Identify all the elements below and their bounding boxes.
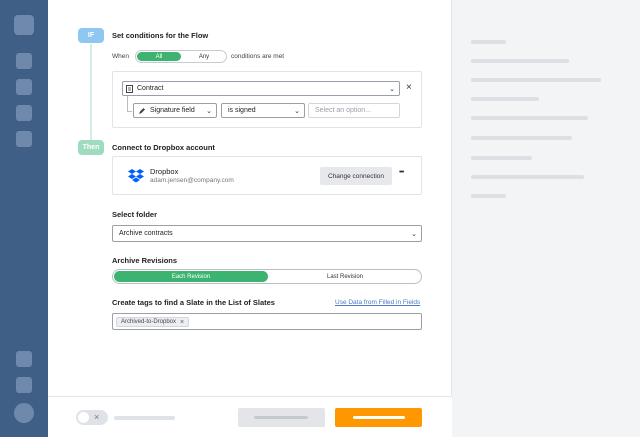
document-select-value: Contract — [137, 85, 164, 92]
chevron-down-icon: ⌄ — [411, 230, 417, 238]
placeholder-line — [471, 116, 588, 120]
secondary-button[interactable] — [238, 408, 325, 427]
close-icon[interactable]: × — [406, 82, 412, 94]
tags-label: Create tags to find a Slate in the List … — [112, 298, 275, 307]
document-select[interactable]: Contract ⌄ — [122, 81, 400, 96]
tree-connector-h — [127, 111, 132, 112]
tag-chip-label: Archived-to-Dropbox — [121, 319, 177, 325]
enable-toggle[interactable]: × — [76, 410, 108, 425]
chevron-down-icon: ⌄ — [389, 85, 395, 93]
folder-select[interactable]: Archive contracts ⌄ — [112, 225, 422, 242]
field-select-value: Signature field — [150, 107, 195, 114]
toggle-label-placeholder — [114, 416, 175, 420]
operator-select[interactable]: is signed ⌄ — [221, 103, 305, 118]
select-folder-label: Select folder — [112, 210, 158, 219]
nav-item-4[interactable] — [16, 131, 32, 147]
placeholder-line — [471, 175, 584, 179]
more-icon[interactable]: ••• — [399, 169, 404, 176]
flow-editor-panel: IF Set conditions for the Flow When All … — [48, 0, 452, 437]
conditions-suffix: conditions are met — [231, 53, 285, 60]
nav-item-1[interactable] — [16, 53, 32, 69]
nav-item-2[interactable] — [16, 79, 32, 95]
placeholder-line — [471, 40, 506, 44]
primary-button-label-placeholder — [353, 416, 405, 419]
placeholder-line — [471, 59, 569, 63]
match-all-option[interactable]: All — [137, 52, 181, 61]
then-badge: Then — [78, 140, 104, 155]
app: IF Set conditions for the Flow When All … — [0, 0, 640, 437]
dropbox-account-email: adam.jensen@company.com — [150, 177, 234, 184]
tags-input[interactable]: Archived-to-Dropbox × — [112, 313, 422, 330]
field-select[interactable]: Signature field ⌄ — [133, 103, 217, 118]
placeholder-line — [471, 194, 506, 198]
flow-connector-line — [90, 44, 92, 140]
placeholder-line — [471, 136, 572, 140]
dropbox-icon — [128, 169, 144, 183]
conditions-title: Set conditions for the Flow — [112, 31, 209, 40]
condition-card: Contract ⌄ × Signature field ⌄ is signed… — [112, 71, 422, 128]
close-icon: × — [94, 412, 100, 422]
use-data-link[interactable]: Use Data from Filled in Fields — [335, 299, 420, 306]
last-revision-option[interactable]: Last Revision — [269, 271, 421, 282]
chevron-down-icon: ⌄ — [206, 107, 212, 115]
match-any-option[interactable]: Any — [182, 52, 226, 61]
each-revision-option[interactable]: Each Revision — [114, 271, 268, 282]
toggle-knob — [78, 412, 89, 423]
match-mode-toggle[interactable]: All Any — [135, 50, 227, 63]
placeholder-line — [471, 156, 532, 160]
dropbox-service-name: Dropbox — [150, 167, 179, 176]
preview-panel — [452, 0, 640, 437]
option-select[interactable]: Select an option... — [308, 103, 400, 118]
nav-logo[interactable] — [14, 15, 34, 35]
chevron-down-icon: ⌄ — [294, 107, 300, 115]
nav-item-help[interactable] — [16, 351, 32, 367]
folder-select-value: Archive contracts — [119, 230, 173, 237]
document-icon — [126, 85, 133, 93]
placeholder-line — [471, 97, 539, 101]
revisions-toggle[interactable]: Each Revision Last Revision — [112, 269, 422, 284]
change-connection-button[interactable]: Change connection — [320, 167, 392, 185]
dropbox-account-card: Dropbox adam.jensen@company.com Change c… — [112, 156, 422, 195]
operator-select-value: is signed — [228, 107, 256, 114]
close-icon[interactable]: × — [180, 319, 184, 326]
archive-revisions-label: Archive Revisions — [112, 256, 178, 265]
avatar[interactable] — [14, 403, 34, 423]
secondary-button-label-placeholder — [254, 416, 308, 419]
option-select-placeholder: Select an option... — [315, 107, 372, 114]
nav-item-settings[interactable] — [16, 377, 32, 393]
placeholder-line — [471, 78, 601, 82]
footer-bar: × — [48, 396, 452, 437]
if-badge: IF — [78, 28, 104, 43]
when-label: When — [112, 53, 129, 60]
dropbox-section-title: Connect to Dropbox account — [112, 143, 215, 152]
nav-item-3[interactable] — [16, 105, 32, 121]
tag-chip: Archived-to-Dropbox × — [116, 317, 190, 327]
pen-icon — [139, 108, 145, 114]
primary-button[interactable] — [335, 408, 422, 427]
left-nav — [0, 0, 48, 437]
tree-connector — [127, 96, 128, 112]
